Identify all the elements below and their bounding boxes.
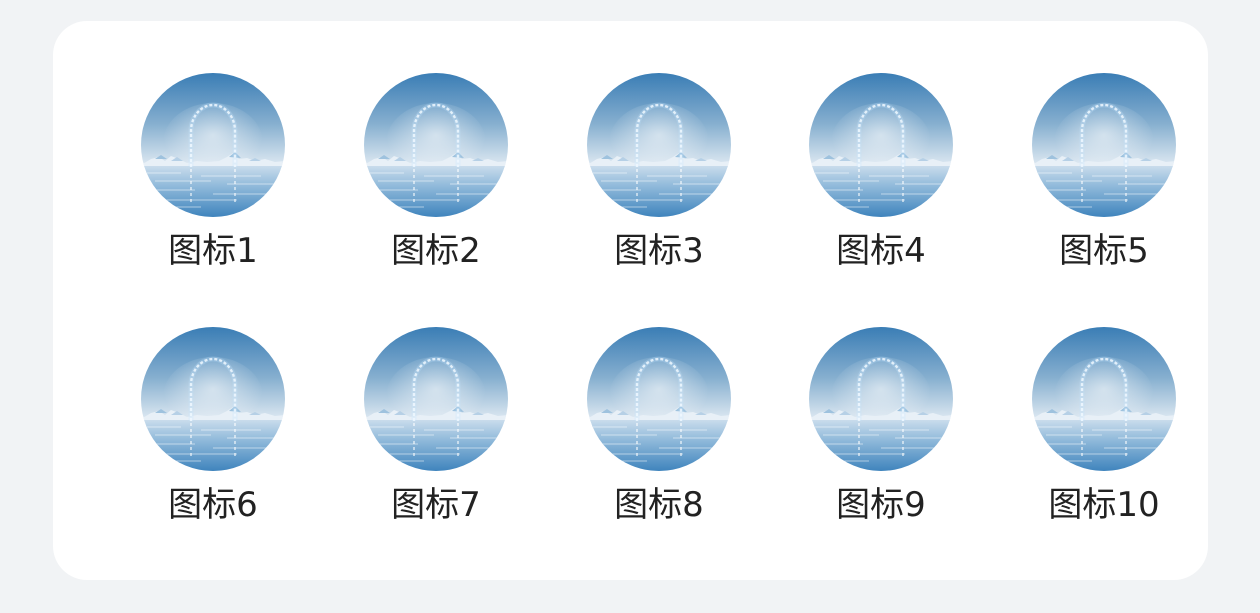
icon-grid: 图标1 图标2 图标3 图标4 图标5 图标6 图标7 图标8 图标9 图标10 [53, 21, 1208, 580]
grid-item-label: 图标4 [836, 231, 926, 271]
ocean-arch-picture-icon [364, 327, 508, 471]
grid-item-label: 图标6 [168, 485, 258, 525]
grid-item-label: 图标9 [836, 485, 926, 525]
ocean-arch-picture-icon [364, 73, 508, 217]
grid-item-6[interactable]: 图标6 [113, 327, 313, 537]
grid-item-label: 图标3 [614, 231, 704, 271]
grid-item-label: 图标8 [614, 485, 704, 525]
grid-item-2[interactable]: 图标2 [336, 73, 536, 283]
grid-item-1[interactable]: 图标1 [113, 73, 313, 283]
ocean-arch-picture-icon [141, 73, 285, 217]
grid-item-5[interactable]: 图标5 [1004, 73, 1204, 283]
grid-item-8[interactable]: 图标8 [559, 327, 759, 537]
grid-item-4[interactable]: 图标4 [781, 73, 981, 283]
grid-item-3[interactable]: 图标3 [559, 73, 759, 283]
ocean-arch-picture-icon [1032, 73, 1176, 217]
grid-item-label: 图标2 [391, 231, 481, 271]
ocean-arch-picture-icon [587, 327, 731, 471]
grid-item-label: 图标5 [1059, 231, 1149, 271]
ocean-arch-picture-icon [587, 73, 731, 217]
grid-item-label: 图标10 [1048, 485, 1160, 525]
ocean-arch-picture-icon [809, 73, 953, 217]
grid-item-label: 图标7 [391, 485, 481, 525]
ocean-arch-picture-icon [809, 327, 953, 471]
icon-grid-card: 图标1 图标2 图标3 图标4 图标5 图标6 图标7 图标8 图标9 图标10 [53, 21, 1208, 580]
ocean-arch-picture-icon [141, 327, 285, 471]
grid-item-7[interactable]: 图标7 [336, 327, 536, 537]
grid-item-label: 图标1 [168, 231, 258, 271]
grid-item-10[interactable]: 图标10 [1004, 327, 1204, 537]
grid-item-9[interactable]: 图标9 [781, 327, 981, 537]
ocean-arch-picture-icon [1032, 327, 1176, 471]
